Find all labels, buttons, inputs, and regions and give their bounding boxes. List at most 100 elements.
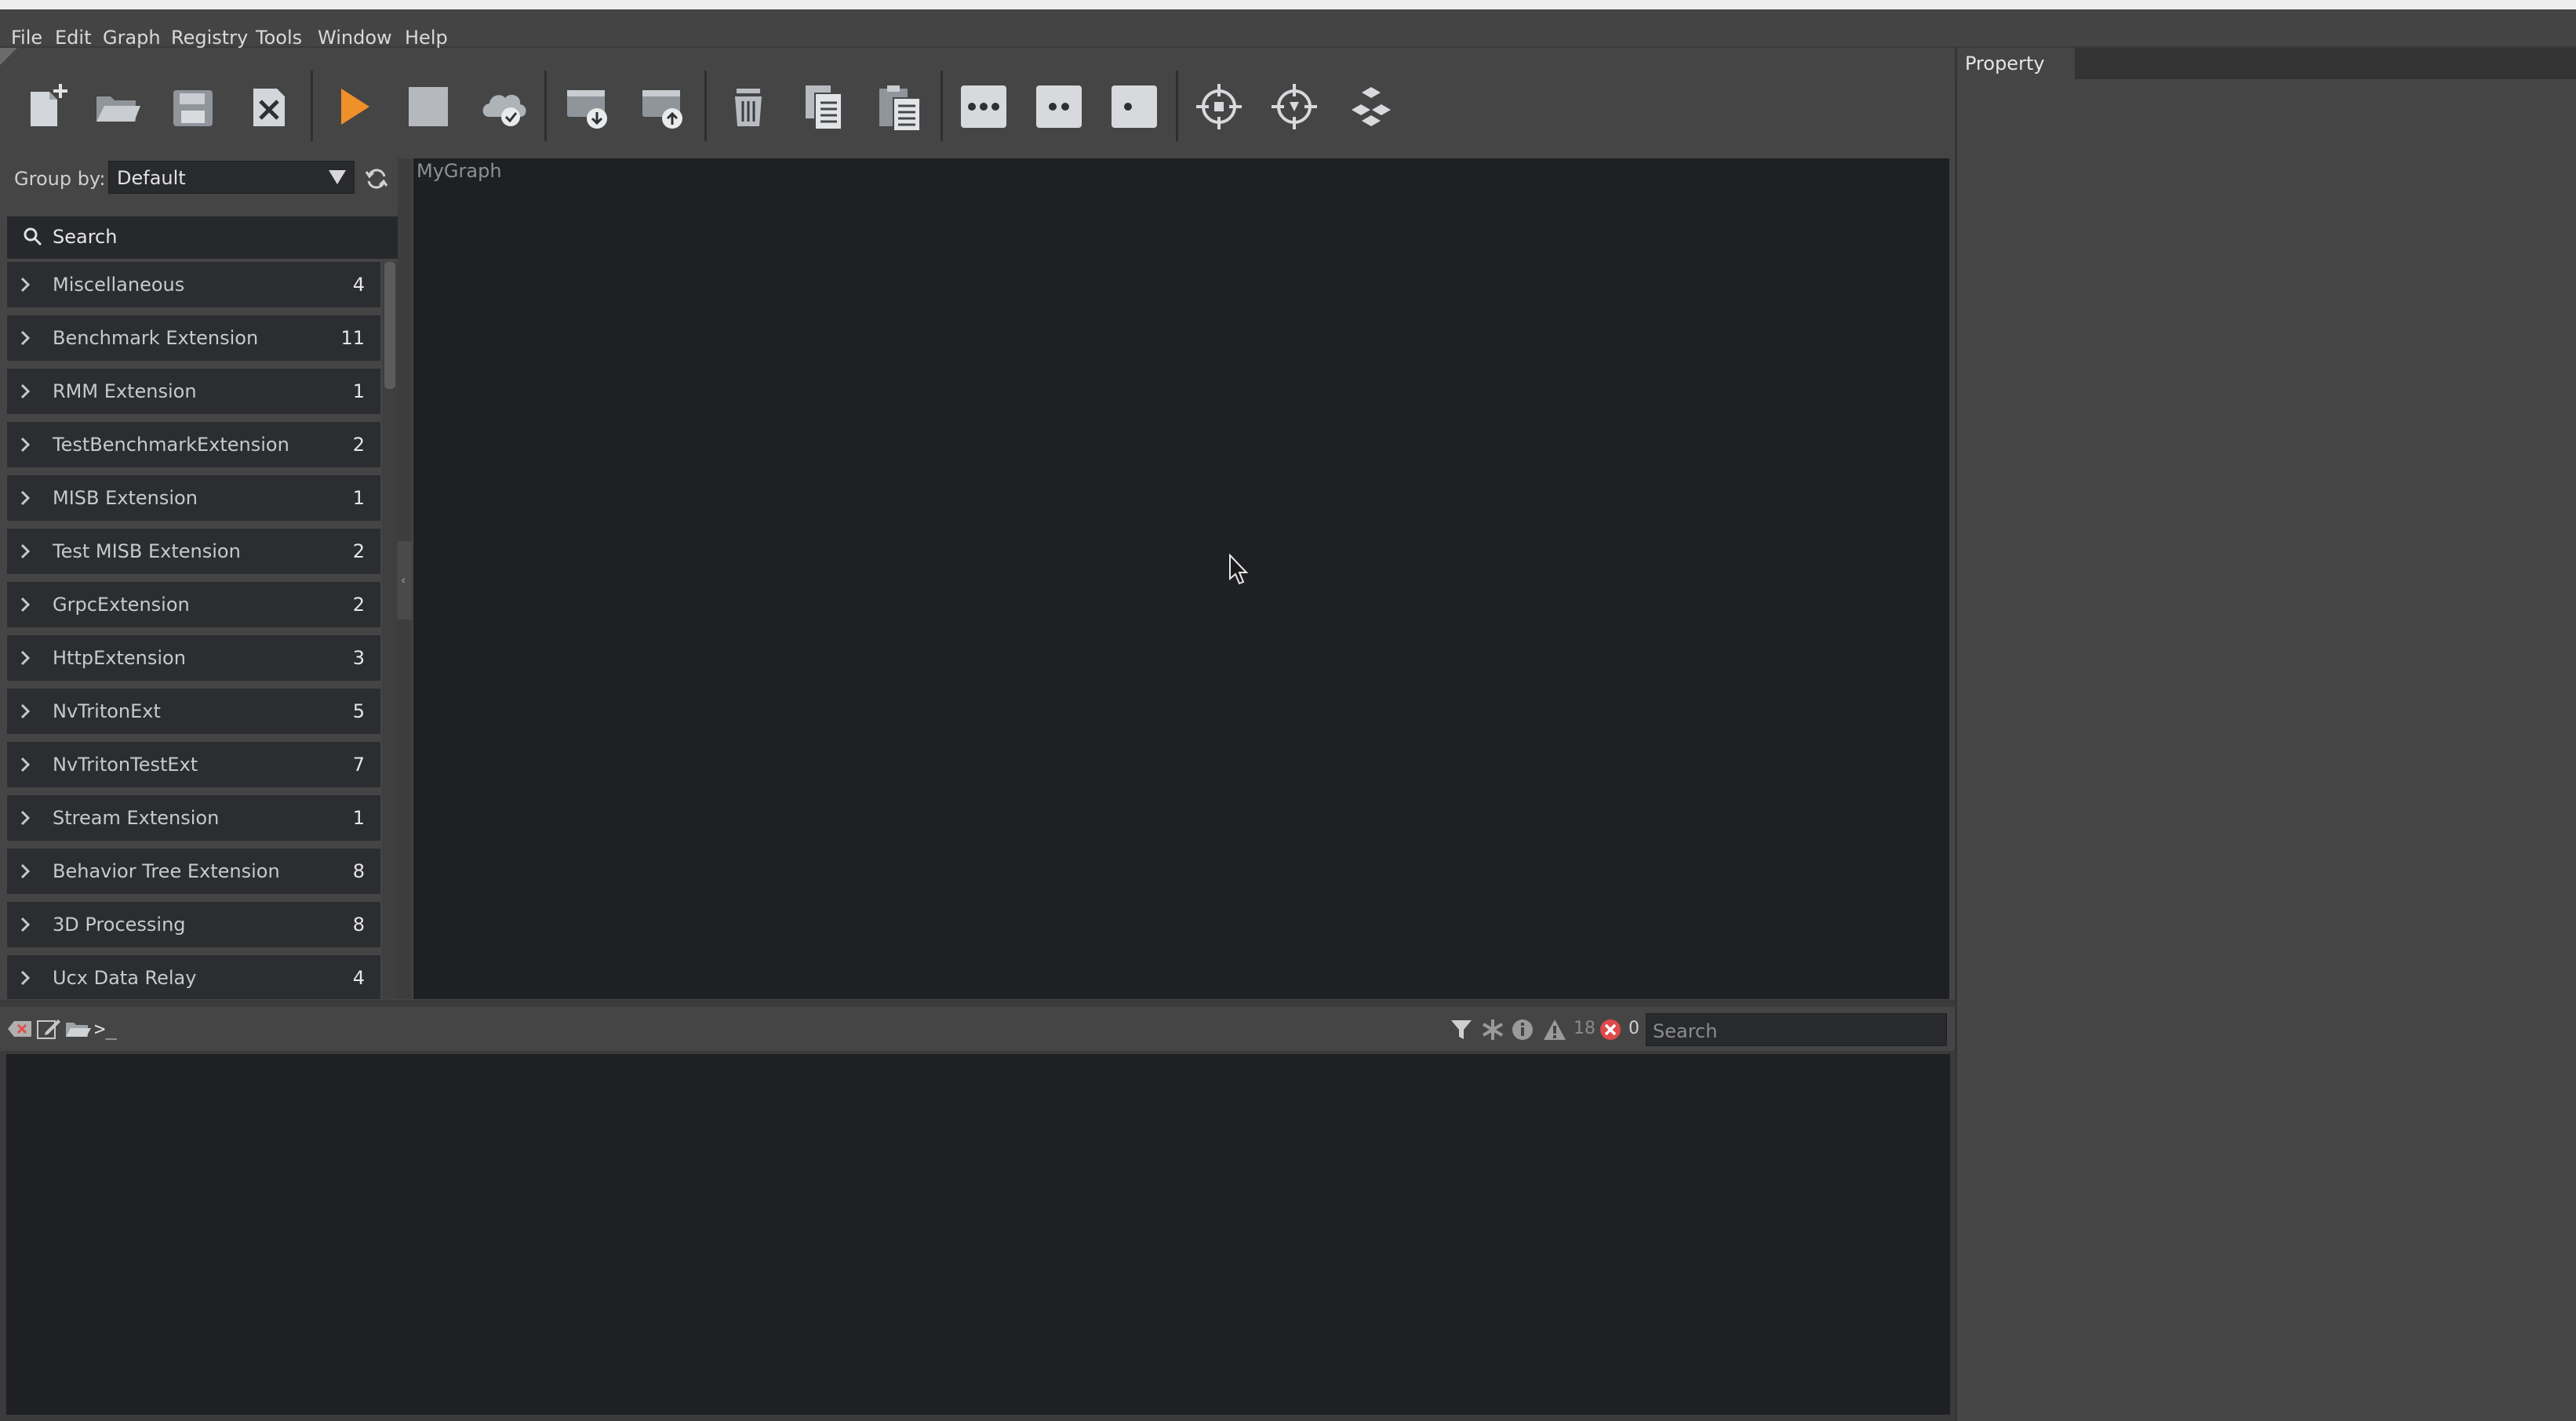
new-graph-button[interactable] bbox=[13, 72, 82, 141]
graph-canvas[interactable]: MyGraph bbox=[413, 158, 1949, 999]
list-scrollbar-thumb[interactable] bbox=[384, 262, 395, 389]
filter-icon[interactable] bbox=[1450, 1018, 1473, 1045]
detail-full-button[interactable] bbox=[949, 72, 1018, 141]
target-alt-icon bbox=[1272, 84, 1317, 129]
folder-open-icon bbox=[96, 96, 140, 122]
paste-button[interactable] bbox=[864, 72, 933, 141]
warning-count: 18 bbox=[1574, 1019, 1595, 1038]
category-row[interactable]: MISB Extension 1 bbox=[7, 475, 380, 521]
category-label: Miscellaneous bbox=[53, 274, 185, 296]
category-row[interactable]: Stream Extension 1 bbox=[7, 795, 380, 841]
category-row[interactable]: HttpExtension 3 bbox=[7, 635, 380, 681]
info-filter-icon[interactable] bbox=[1511, 1018, 1534, 1045]
menu-graph[interactable]: Graph bbox=[103, 27, 161, 49]
chevron-right-icon[interactable] bbox=[18, 434, 32, 458]
graph-title: MyGraph bbox=[417, 160, 502, 182]
error-count: 0 bbox=[1628, 1019, 1639, 1038]
category-count: 1 bbox=[352, 487, 365, 509]
console-toolbar: >_ 18 0 Search bbox=[0, 1007, 1955, 1051]
chevron-right-icon[interactable] bbox=[18, 541, 32, 565]
target-icon bbox=[1196, 84, 1242, 129]
error-filter-icon[interactable] bbox=[1599, 1018, 1622, 1045]
tab-property-label: Property bbox=[1965, 53, 2045, 75]
menu-registry[interactable]: Registry bbox=[171, 27, 248, 49]
warning-filter-icon[interactable] bbox=[1542, 1018, 1567, 1045]
stop-icon bbox=[409, 87, 448, 126]
category-row[interactable]: Miscellaneous 4 bbox=[7, 262, 380, 307]
center-selection-button[interactable] bbox=[1260, 72, 1329, 141]
menu-file[interactable]: File bbox=[11, 27, 42, 49]
category-label: Test MISB Extension bbox=[53, 540, 241, 562]
menu-help[interactable]: Help bbox=[405, 27, 448, 49]
chevron-right-icon[interactable] bbox=[18, 274, 32, 298]
clear-console-icon[interactable] bbox=[6, 1018, 33, 1043]
detail-medium-button[interactable] bbox=[1024, 72, 1093, 141]
category-row[interactable]: Test MISB Extension 2 bbox=[7, 529, 380, 574]
console-search-placeholder: Search bbox=[1653, 1020, 1718, 1042]
copy-button[interactable] bbox=[789, 72, 858, 141]
upload-graph-button[interactable] bbox=[629, 72, 698, 141]
chevron-right-icon[interactable] bbox=[18, 968, 32, 991]
category-row[interactable]: TestBenchmarkExtension 2 bbox=[7, 422, 380, 467]
console-search-input[interactable]: Search bbox=[1646, 1013, 1947, 1046]
chevron-right-icon[interactable] bbox=[18, 808, 32, 831]
category-row[interactable]: GrpcExtension 2 bbox=[7, 582, 380, 627]
category-count: 8 bbox=[352, 914, 365, 936]
delete-button[interactable] bbox=[714, 72, 783, 141]
console-prompt: >_ bbox=[94, 1018, 117, 1040]
console-output[interactable] bbox=[6, 1054, 1950, 1415]
category-count: 2 bbox=[352, 434, 365, 456]
group-by-value: Default bbox=[117, 167, 186, 189]
category-row[interactable]: NvTritonTestExt 7 bbox=[7, 742, 380, 787]
save-icon bbox=[173, 90, 213, 126]
category-row[interactable]: Benchmark Extension 11 bbox=[7, 315, 380, 361]
open-log-folder-icon[interactable] bbox=[64, 1018, 91, 1043]
verbose-filter-icon[interactable] bbox=[1481, 1018, 1504, 1045]
toolbar-separator bbox=[544, 71, 547, 141]
category-row[interactable]: RMM Extension 1 bbox=[7, 369, 380, 414]
category-count: 2 bbox=[352, 540, 365, 562]
chevron-right-icon[interactable] bbox=[18, 381, 32, 405]
component-search-input[interactable]: Search bbox=[7, 216, 398, 259]
chevron-right-icon[interactable] bbox=[18, 701, 32, 725]
refresh-button[interactable] bbox=[361, 163, 392, 194]
download-graph-button[interactable] bbox=[554, 72, 623, 141]
category-label: MISB Extension bbox=[53, 487, 198, 509]
center-view-button[interactable] bbox=[1184, 72, 1253, 141]
chevron-right-icon[interactable] bbox=[18, 488, 32, 511]
refresh-icon bbox=[365, 169, 388, 189]
category-count: 4 bbox=[352, 967, 365, 989]
sidebar-collapse-handle[interactable]: ‹ bbox=[398, 541, 412, 620]
chevron-right-icon[interactable] bbox=[18, 754, 32, 778]
edit-log-icon[interactable] bbox=[36, 1018, 61, 1043]
chevron-right-icon[interactable] bbox=[18, 648, 32, 671]
toolbar-separator bbox=[941, 71, 943, 141]
toolbar-separator bbox=[1176, 71, 1178, 141]
open-graph-button[interactable] bbox=[83, 72, 152, 141]
run-graph-button[interactable] bbox=[318, 72, 387, 141]
group-by-dropdown[interactable]: Default bbox=[108, 161, 355, 194]
stop-graph-button[interactable] bbox=[394, 72, 463, 141]
two-dots-icon bbox=[1036, 85, 1082, 128]
close-graph-button[interactable] bbox=[235, 72, 304, 141]
menu-edit[interactable]: Edit bbox=[55, 27, 91, 49]
menu-window[interactable]: Window bbox=[318, 27, 392, 49]
chevron-right-icon[interactable] bbox=[18, 861, 32, 885]
category-row[interactable]: Ucx Data Relay 4 bbox=[7, 955, 380, 999]
category-row[interactable]: NvTritonExt 5 bbox=[7, 689, 380, 734]
chevron-right-icon[interactable] bbox=[18, 328, 32, 351]
chevron-right-icon[interactable] bbox=[18, 594, 32, 618]
upload-icon bbox=[642, 90, 682, 129]
category-count: 4 bbox=[352, 274, 365, 296]
paste-icon bbox=[879, 85, 921, 132]
category-row[interactable]: Behavior Tree Extension 8 bbox=[7, 849, 380, 894]
category-row[interactable]: 3D Processing 8 bbox=[7, 902, 380, 947]
detail-minimal-button[interactable] bbox=[1100, 72, 1169, 141]
chevron-right-icon[interactable] bbox=[18, 914, 32, 938]
save-graph-button[interactable] bbox=[158, 72, 227, 141]
tab-property[interactable]: Property bbox=[1957, 48, 2075, 79]
deploy-graph-button[interactable] bbox=[469, 72, 538, 141]
menu-tools[interactable]: Tools bbox=[256, 27, 302, 49]
auto-layout-button[interactable] bbox=[1337, 72, 1406, 141]
group-by-label: Group by: bbox=[14, 168, 106, 190]
